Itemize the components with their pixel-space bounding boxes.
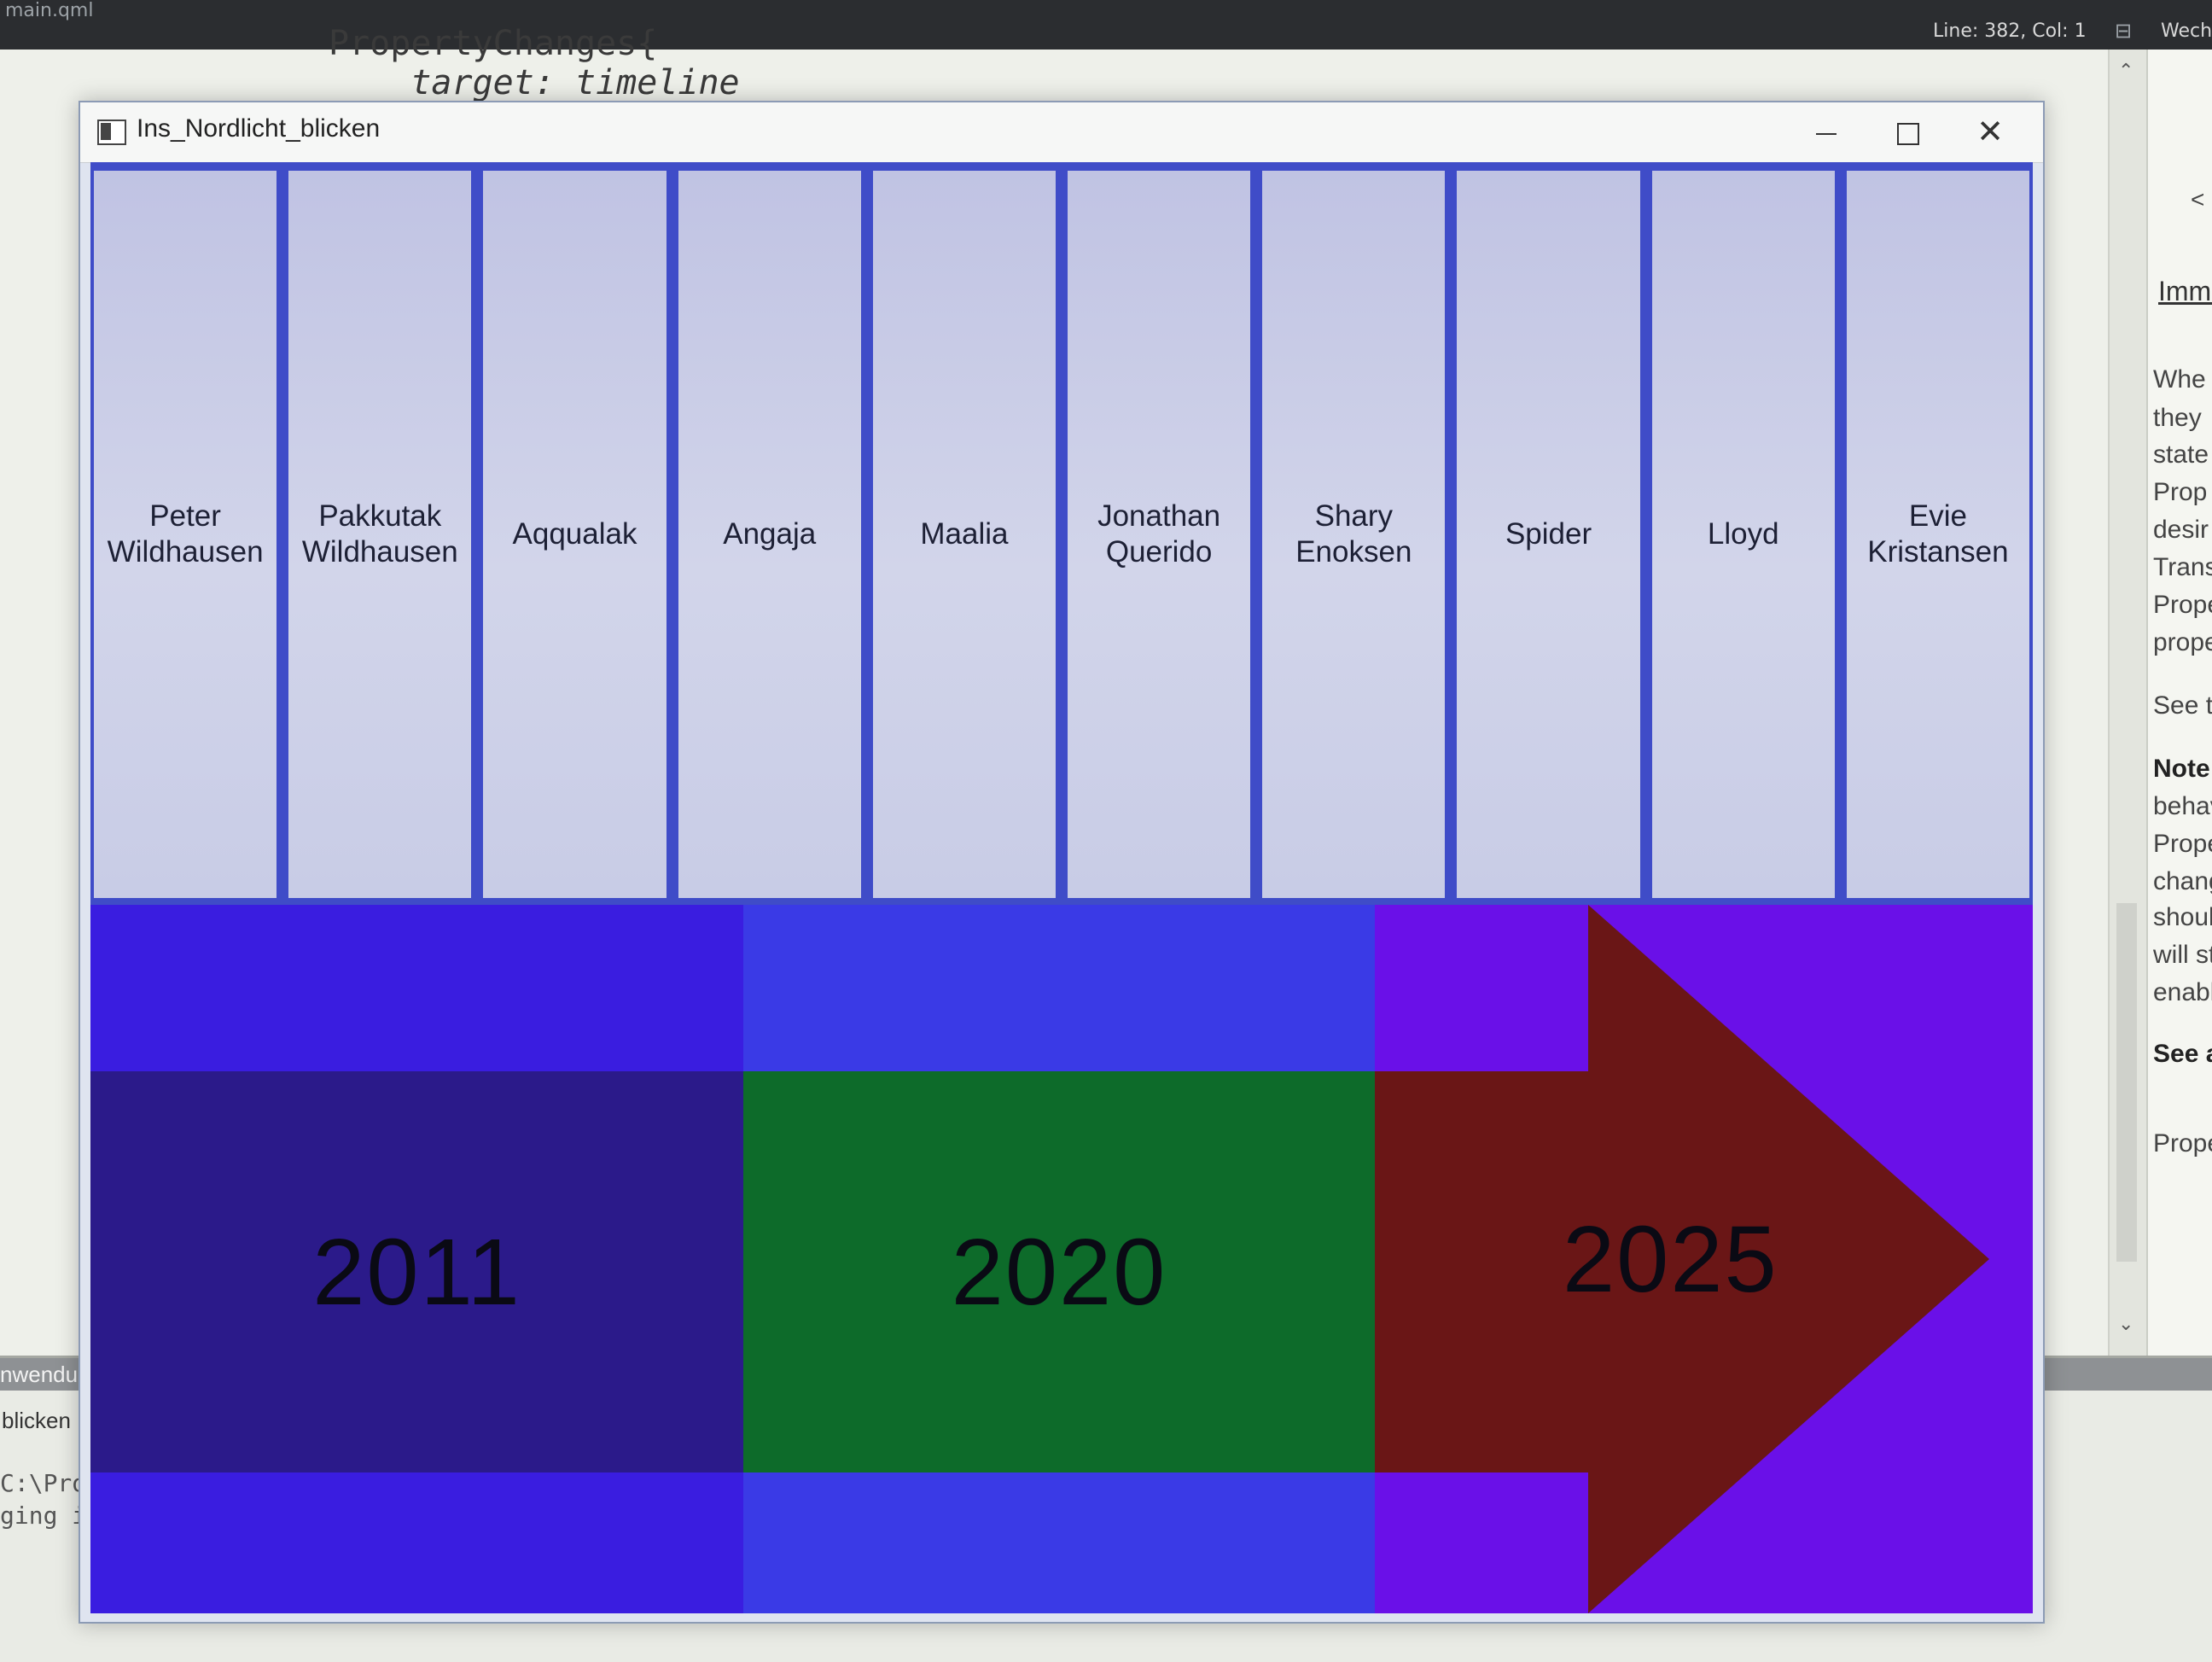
timeline-segment-2020[interactable]: 2020	[743, 905, 1375, 1613]
help-text: they	[2153, 404, 2202, 432]
split-editor-icon[interactable]: ⊟	[2115, 19, 2132, 44]
editor-scrollbar[interactable]: ⌃ ⌄	[2108, 50, 2148, 1356]
segment-band-bottom	[90, 1472, 743, 1613]
window-titlebar[interactable]: Ins_Nordlicht_blicken ✕	[80, 102, 2043, 163]
scroll-up-icon[interactable]: ⌃	[2118, 60, 2133, 82]
window-content: Peter Wildhausen Pakkutak Wildhausen Aqq…	[90, 162, 2033, 1613]
timeline-segment-2025[interactable]: 2025	[1375, 905, 2033, 1613]
cursor-position: Line: 382, Col: 1	[1933, 20, 2087, 42]
name-tile[interactable]: Aqqualak	[483, 171, 667, 898]
code-line: target: timeline	[329, 63, 740, 102]
segment-body: 2011	[90, 1071, 743, 1472]
help-text: prope	[2153, 628, 2212, 656]
help-text: Trans	[2153, 553, 2212, 581]
window-title: Ins_Nordlicht_blicken	[137, 114, 381, 143]
name-tile[interactable]: Pakkutak Wildhausen	[288, 171, 472, 898]
segment-band-bottom	[743, 1472, 1375, 1613]
help-text: will stil	[2153, 941, 2212, 969]
year-label: 2011	[312, 1219, 521, 1325]
minimize-button[interactable]	[1785, 102, 1867, 162]
app-window-icon	[97, 120, 126, 145]
help-text: Whe	[2153, 365, 2206, 394]
segment-band-top	[90, 905, 743, 1071]
name-tile[interactable]: Shary Enoksen	[1262, 171, 1446, 898]
help-text: Prop	[2153, 478, 2208, 506]
segment-band-top	[743, 905, 1375, 1071]
help-text: See al	[2153, 1040, 2212, 1068]
help-link[interactable]: Imme	[2158, 276, 2212, 307]
mode-label[interactable]: Wech	[2161, 20, 2212, 42]
name-tile[interactable]: Lloyd	[1651, 171, 1835, 898]
names-row: Peter Wildhausen Pakkutak Wildhausen Aqq…	[90, 162, 2033, 905]
close-button[interactable]: ✕	[1949, 102, 2031, 162]
help-text: chang	[2153, 867, 2212, 895]
help-text: Prope	[2153, 591, 2212, 619]
editor-file-name[interactable]: main.qml	[5, 0, 93, 21]
help-text: behav	[2153, 792, 2212, 820]
help-text: state	[2153, 440, 2209, 469]
name-tile[interactable]: Jonathan Querido	[1068, 171, 1251, 898]
year-label: 2025	[1563, 1206, 1778, 1312]
name-tile[interactable]: Spider	[1457, 171, 1640, 898]
help-collapse-icon[interactable]: <	[2191, 186, 2204, 213]
help-text: shoulc	[2153, 903, 2212, 931]
output-file-tab[interactable]: blicken	[2, 1408, 71, 1434]
timeline: 2011 2020 2025	[90, 905, 2033, 1613]
help-text: Prope	[2153, 830, 2212, 858]
help-text: See t	[2153, 691, 2212, 720]
minimize-icon	[1816, 133, 1837, 136]
name-tile[interactable]: Peter Wildhausen	[94, 171, 277, 898]
help-text: Note:	[2153, 755, 2212, 783]
maximize-button[interactable]	[1867, 102, 1949, 162]
name-tile[interactable]: Evie Kristansen	[1846, 171, 2030, 898]
help-text: enable	[2153, 978, 2212, 1006]
year-label: 2020	[951, 1219, 1167, 1325]
segment-body: 2020	[743, 1071, 1375, 1472]
name-tile[interactable]: Maalia	[872, 171, 1057, 898]
timeline-segment-2011[interactable]: 2011	[90, 905, 743, 1613]
app-window: Ins_Nordlicht_blicken ✕ Peter Wildhausen…	[79, 101, 2045, 1624]
name-tile[interactable]: Angaja	[678, 171, 861, 898]
help-text: Prope	[2153, 1129, 2212, 1158]
help-text: desir	[2153, 516, 2209, 544]
code-line: PropertyChanges{	[329, 24, 658, 63]
scroll-down-icon[interactable]: ⌄	[2118, 1313, 2133, 1335]
scrollbar-thumb[interactable]	[2116, 903, 2137, 1262]
help-panel: < Imme Whe they state Prop desir Trans P…	[2146, 50, 2212, 1356]
maximize-icon	[1897, 123, 1919, 146]
